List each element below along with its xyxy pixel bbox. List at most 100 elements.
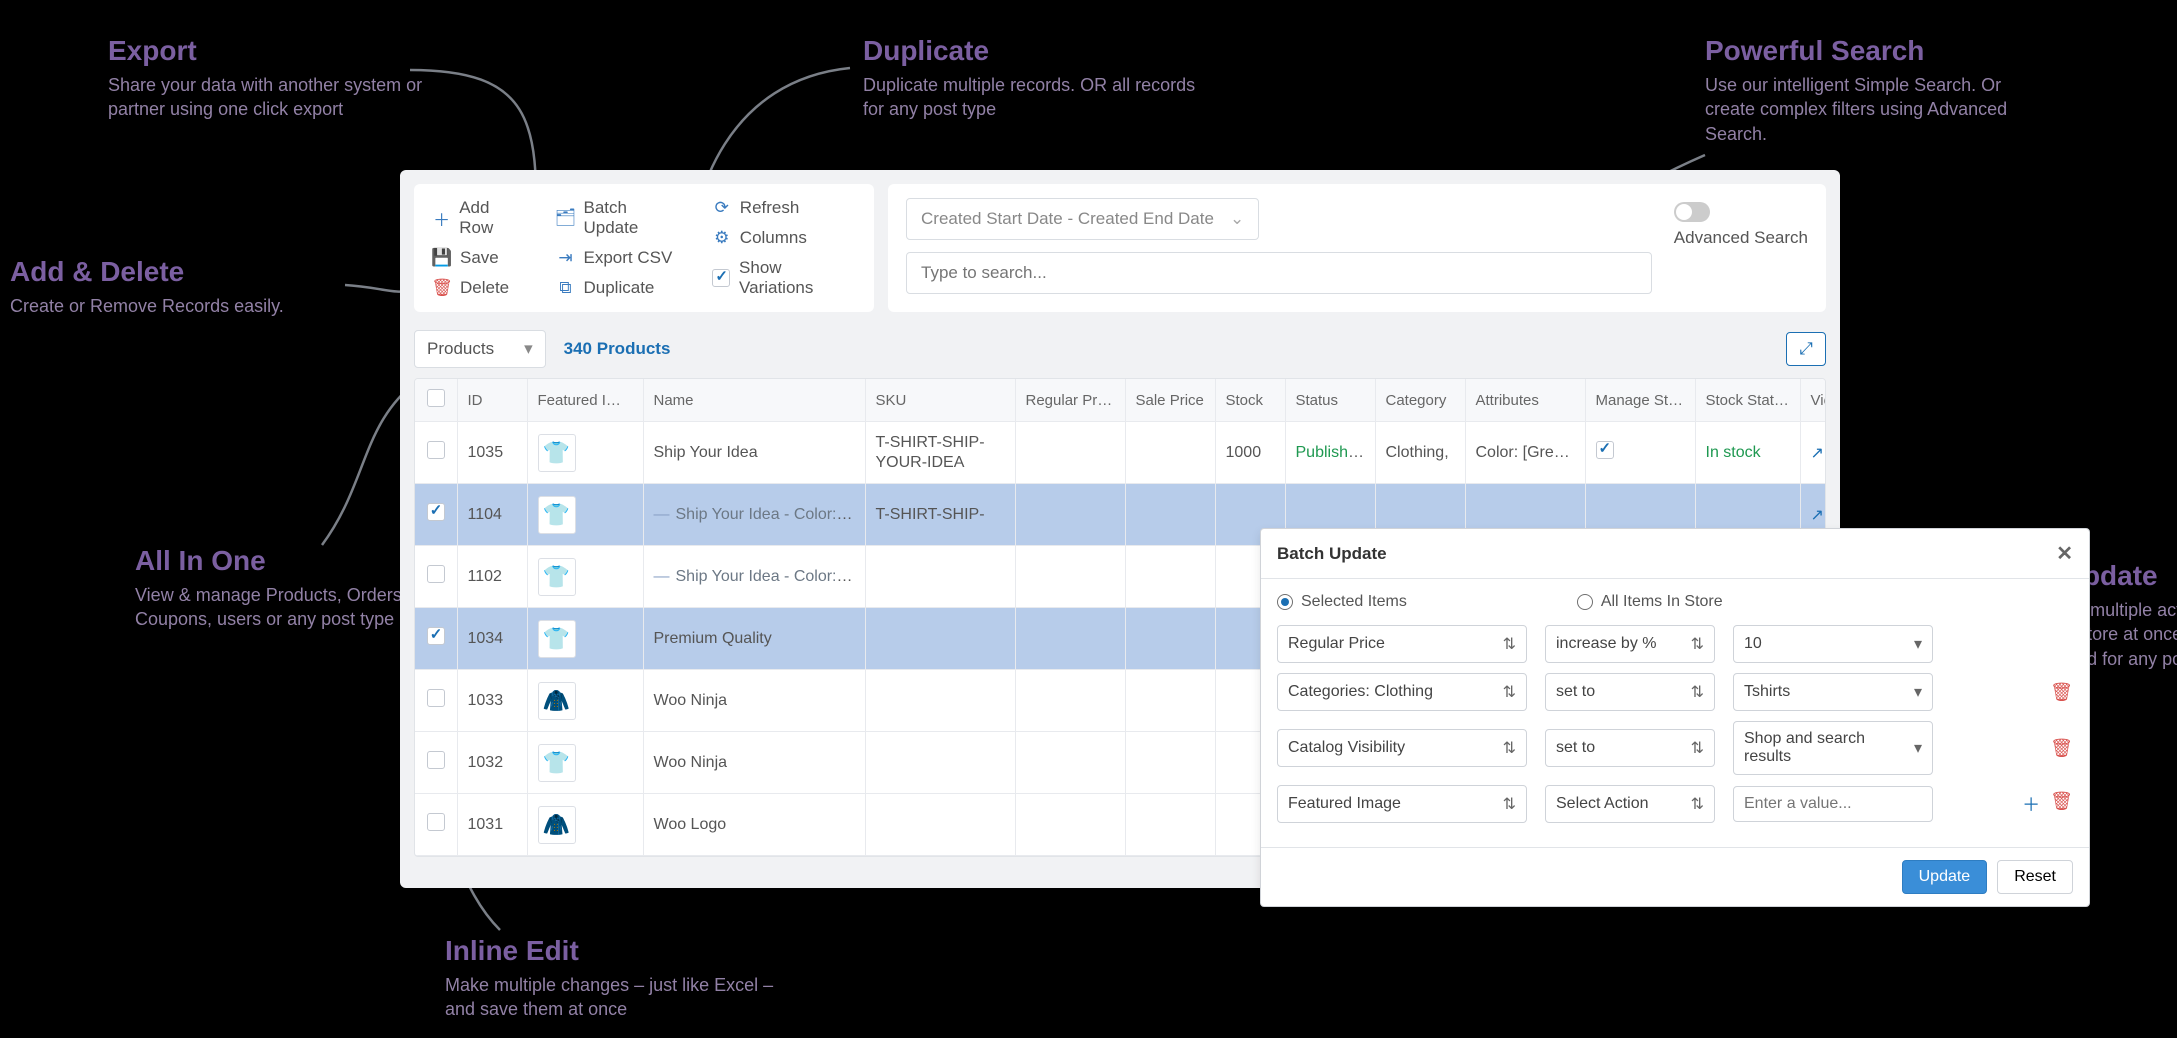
field-select[interactable]: Categories: Clothing⇅ [1277, 673, 1527, 711]
product-thumbnail[interactable]: 👕 [538, 558, 576, 596]
cell-regprice[interactable] [1015, 422, 1125, 484]
cell-manage-stock[interactable] [1585, 422, 1695, 484]
col-attrs[interactable]: Attributes [1465, 379, 1585, 422]
col-stock[interactable]: Stock [1215, 379, 1285, 422]
col-status[interactable]: Status [1285, 379, 1375, 422]
field-select[interactable]: Regular Price⇅ [1277, 625, 1527, 663]
date-range-picker[interactable]: Created Start Date - Created End Date ⌄ [906, 198, 1259, 240]
cell-status[interactable]: Published [1285, 422, 1375, 484]
cell-saleprice[interactable] [1125, 422, 1215, 484]
cell-regprice[interactable] [1015, 484, 1125, 546]
cell-attributes[interactable]: Color: [Green | [1465, 422, 1585, 484]
col-name[interactable]: Name [643, 379, 865, 422]
cell-category[interactable]: Clothing, [1375, 422, 1465, 484]
add-row-icon[interactable]: ＋ [2022, 791, 2040, 817]
view-link[interactable]: ↗ [1811, 507, 1824, 524]
cell-id[interactable]: 1104 [457, 484, 527, 546]
cell-name[interactable]: Woo Ninja [654, 754, 728, 771]
col-sstatus[interactable]: Stock Status [1695, 379, 1800, 422]
record-count[interactable]: 340 Products [564, 339, 671, 359]
cell-saleprice[interactable] [1125, 546, 1215, 608]
cell-sku[interactable]: T-SHIRT-SHIP-YOUR-IDEA [865, 422, 1015, 484]
value-select[interactable]: Shop and search results▾ [1733, 721, 1933, 775]
cell-saleprice[interactable] [1125, 608, 1215, 670]
value-select[interactable]: Tshirts▾ [1733, 673, 1933, 711]
delete-row-icon[interactable]: 🗑 [2050, 738, 2073, 759]
product-thumbnail[interactable]: 🧥 [538, 806, 576, 844]
action-select[interactable]: set to⇅ [1545, 729, 1715, 767]
col-sku[interactable]: SKU [865, 379, 1015, 422]
cell-regprice[interactable] [1015, 608, 1125, 670]
refresh-button[interactable]: ⟳ Refresh [712, 198, 856, 218]
cell-saleprice[interactable] [1125, 732, 1215, 794]
cell-regprice[interactable] [1015, 670, 1125, 732]
cell-regprice[interactable] [1015, 732, 1125, 794]
cell-id[interactable]: 1032 [457, 732, 527, 794]
cell-regprice[interactable] [1015, 794, 1125, 856]
col-regprice[interactable]: Regular Price [1015, 379, 1125, 422]
cell-sku[interactable]: T-SHIRT-SHIP- [865, 484, 1015, 546]
fullscreen-button[interactable]: ⤢ [1786, 332, 1826, 366]
delete-row-icon[interactable]: 🗑 [2050, 791, 2073, 817]
cell-id[interactable]: 1034 [457, 608, 527, 670]
post-type-dropdown[interactable]: Products ▾ [414, 330, 546, 368]
field-select[interactable]: Featured Image⇅ [1277, 785, 1527, 823]
table-row[interactable]: 1035 👕 Ship Your Idea T-SHIRT-SHIP-YOUR-… [415, 422, 1826, 484]
cell-id[interactable]: 1035 [457, 422, 527, 484]
duplicate-button[interactable]: ⧉ Duplicate [556, 278, 682, 298]
product-thumbnail[interactable]: 👕 [538, 620, 576, 658]
action-select[interactable]: Select Action⇅ [1545, 785, 1715, 823]
cell-name[interactable]: Ship Your Idea - Color: Black [654, 506, 866, 523]
col-id[interactable]: ID [457, 379, 527, 422]
cell-sku[interactable] [865, 546, 1015, 608]
view-link[interactable]: ↗ [1811, 445, 1824, 462]
row-checkbox[interactable] [427, 503, 445, 521]
row-checkbox[interactable] [427, 565, 445, 583]
reset-button[interactable]: Reset [1997, 860, 2073, 894]
cell-sku[interactable] [865, 794, 1015, 856]
row-checkbox[interactable] [427, 813, 445, 831]
product-thumbnail[interactable]: 👕 [538, 434, 576, 472]
cell-saleprice[interactable] [1125, 484, 1215, 546]
row-checkbox[interactable] [427, 751, 445, 769]
advanced-search-toggle[interactable] [1674, 202, 1710, 222]
row-checkbox[interactable] [427, 627, 445, 645]
col-saleprice[interactable]: Sale Price [1125, 379, 1215, 422]
cell-name[interactable]: Ship Your Idea [654, 444, 758, 461]
cell-id[interactable]: 1031 [457, 794, 527, 856]
value-input[interactable] [1733, 786, 1933, 822]
field-select[interactable]: Catalog Visibility⇅ [1277, 729, 1527, 767]
add-row-button[interactable]: ＋ Add Row [432, 198, 526, 238]
batch-update-button[interactable]: 🗂 Batch Update [556, 198, 682, 238]
export-csv-button[interactable]: ⇥ Export CSV [556, 248, 682, 268]
search-input[interactable] [906, 252, 1652, 294]
cell-name[interactable]: Premium Quality [654, 630, 772, 647]
update-button[interactable]: Update [1902, 860, 1988, 894]
cell-sku[interactable] [865, 608, 1015, 670]
radio-all-items[interactable]: All Items In Store [1577, 593, 1723, 611]
columns-button[interactable]: ⚙ Columns [712, 228, 856, 248]
cell-saleprice[interactable] [1125, 670, 1215, 732]
delete-row-icon[interactable]: 🗑 [2050, 682, 2073, 703]
action-select[interactable]: increase by %⇅ [1545, 625, 1715, 663]
modal-close-button[interactable]: ✕ [2056, 541, 2073, 566]
cell-id[interactable]: 1102 [457, 546, 527, 608]
cell-stock-status[interactable]: In stock [1695, 422, 1800, 484]
cell-sku[interactable] [865, 732, 1015, 794]
manage-stock-checkbox[interactable] [1596, 441, 1614, 459]
col-image[interactable]: Featured Image [527, 379, 643, 422]
select-all-checkbox[interactable] [427, 389, 445, 407]
save-button[interactable]: 💾 Save [432, 248, 526, 268]
delete-button[interactable]: 🗑 Delete [432, 278, 526, 298]
col-mstock[interactable]: Manage Stock [1585, 379, 1695, 422]
radio-selected-items[interactable]: Selected Items [1277, 593, 1407, 611]
product-thumbnail[interactable]: 👕 [538, 496, 576, 534]
cell-name[interactable]: Ship Your Idea - Color: Green [654, 568, 866, 585]
cell-stock[interactable]: 1000 [1215, 422, 1285, 484]
cell-regprice[interactable] [1015, 546, 1125, 608]
action-select[interactable]: set to⇅ [1545, 673, 1715, 711]
show-variations-toggle[interactable]: Show Variations [712, 258, 856, 298]
cell-sku[interactable] [865, 670, 1015, 732]
value-select[interactable]: 10▾ [1733, 625, 1933, 663]
col-view[interactable]: View [1800, 379, 1826, 422]
